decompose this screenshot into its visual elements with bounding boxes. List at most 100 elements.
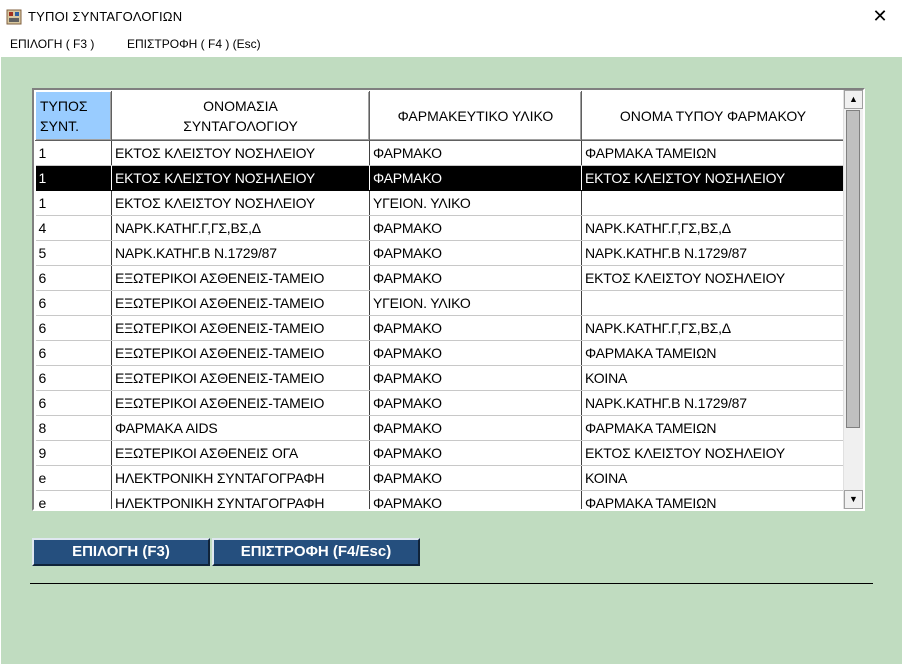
cell-material[interactable]: ΦΑΡΜΑΚΟ [369,415,582,441]
cell-type[interactable]: 9 [35,440,112,466]
table-row[interactable]: 6 ΕΞΩΤΕΡΙΚΟΙ ΑΣΘΕΝΕΙΣ-ΤΑΜΕΙΟ ΦΑΡΜΑΚΟ ΦΑΡΜΑΚ… [35,340,845,366]
table-row[interactable]: 6 ΕΞΩΤΕΡΙΚΟΙ ΑΣΘΕΝΕΙΣ-ΤΑΜΕΙΟ ΦΑΡΜΑΚΟ ΝΑΡΚ.Κ… [35,315,845,341]
cell-drug-type[interactable]: ΦΑΡΜΑΚΑ ΤΑΜΕΙΩΝ [581,490,845,509]
cell-name[interactable]: ΕΚΤΟΣ ΚΛΕΙΣΤΟΥ ΝΟΣΗΛΕΙΟΥ [111,165,370,191]
column-header-type[interactable]: ΤΥΠΟΣ ΣΥΝΤ. [35,91,112,141]
cell-material[interactable]: ΦΑΡΜΑΚΟ [369,340,582,366]
cell-material[interactable]: ΦΑΡΜΑΚΟ [369,465,582,491]
cell-name[interactable]: ΕΞΩΤΕΡΙΚΟΙ ΑΣΘΕΝΕΙΣ-ΤΑΜΕΙΟ [111,315,370,341]
table-row[interactable]: 6 ΕΞΩΤΕΡΙΚΟΙ ΑΣΘΕΝΕΙΣ-ΤΑΜΕΙΟ ΦΑΡΜΑΚΟ ΝΑΡΚ.Κ… [35,390,845,416]
table-row[interactable]: 6 ΕΞΩΤΕΡΙΚΟΙ ΑΣΘΕΝΕΙΣ-ΤΑΜΕΙΟ ΥΓΕΙΟΝ. ΥΛΙΚΟ [35,290,845,316]
cell-name[interactable]: ΕΞΩΤΕΡΙΚΟΙ ΑΣΘΕΝΕΙΣ-ΤΑΜΕΙΟ [111,365,370,391]
cell-type[interactable]: 1 [35,140,112,166]
table-row[interactable]: 8 ΦΑΡΜΑΚΑ AIDS ΦΑΡΜΑΚΟ ΦΑΡΜΑΚΑ ΤΑΜΕΙΩΝ [35,415,845,441]
cell-name[interactable]: ΕΞΩΤΕΡΙΚΟΙ ΑΣΘΕΝΕΙΣ-ΤΑΜΕΙΟ [111,340,370,366]
cell-drug-type[interactable]: ΝΑΡΚ.ΚΑΤΗΓ.Β Ν.1729/87 [581,240,845,266]
table-row[interactable]: 1 ΕΚΤΟΣ ΚΛΕΙΣΤΟΥ ΝΟΣΗΛΕΙΟΥ ΦΑΡΜΑΚΟ ΦΑΡΜΑΚΑ … [35,140,845,166]
title-bar: ΤΥΠΟΙ ΣΥΝΤΑΓΟΛΟΓΙΩΝ ✕ [0,0,903,34]
cell-drug-type[interactable] [581,290,845,316]
cell-material[interactable]: ΦΑΡΜΑΚΟ [369,440,582,466]
cell-material[interactable]: ΦΑΡΜΑΚΟ [369,365,582,391]
cell-type[interactable]: 1 [35,190,112,216]
menu-item-select[interactable]: ΕΠΙΛΟΓΗ ( F3 ) [10,37,94,51]
cell-type[interactable]: 6 [35,290,112,316]
table-row[interactable]: 1 ΕΚΤΟΣ ΚΛΕΙΣΤΟΥ ΝΟΣΗΛΕΙΟΥ ΦΑΡΜΑΚΟ ΕΚΤΟΣ ΚΛ… [35,165,845,191]
return-button[interactable]: ΕΠΙΣΤΡΟΦΗ (F4/Esc) [212,538,420,566]
scroll-down-button[interactable]: ▼ [844,490,863,509]
column-header-name[interactable]: ΟΝΟΜΑΣΙΑ ΣΥΝΤΑΓΟΛΟΓΙΟΥ [111,91,370,141]
table-row[interactable]: e ΗΛΕΚΤΡΟΝΙΚΗ ΣΥΝΤΑΓΟΓΡΑΦΗ ΦΑΡΜΑΚΟ ΦΑΡΜΑΚΑ … [35,490,845,509]
cell-type[interactable]: 1 [35,165,112,191]
prescription-types-grid[interactable]: ΤΥΠΟΣ ΣΥΝΤ. ΟΝΟΜΑΣΙΑ ΣΥΝΤΑΓΟΛΟΓΙΟΥ ΦΑΡΜΑ… [32,88,865,511]
cell-name[interactable]: ΕΞΩΤΕΡΙΚΟΙ ΑΣΘΕΝΕΙΣ-ΤΑΜΕΙΟ [111,265,370,291]
cell-material[interactable]: ΦΑΡΜΑΚΟ [369,165,582,191]
cell-name[interactable]: ΕΞΩΤΕΡΙΚΟΙ ΑΣΘΕΝΕΙΣ ΟΓΑ [111,440,370,466]
cell-type[interactable]: e [35,490,112,509]
header-line: ΟΝΟΜΑ ΤΥΠΟΥ ΦΑΡΜΑΚΟΥ [619,108,807,124]
cell-drug-type[interactable]: ΝΑΡΚ.ΚΑΤΗΓ.Β Ν.1729/87 [581,390,845,416]
cell-material[interactable]: ΦΑΡΜΑΚΟ [369,240,582,266]
cell-name[interactable]: ΦΑΡΜΑΚΑ AIDS [111,415,370,441]
table-row[interactable]: 6 ΕΞΩΤΕΡΙΚΟΙ ΑΣΘΕΝΕΙΣ-ΤΑΜΕΙΟ ΦΑΡΜΑΚΟ ΕΚΤΟΣ … [35,265,845,291]
cell-name[interactable]: ΕΞΩΤΕΡΙΚΟΙ ΑΣΘΕΝΕΙΣ-ΤΑΜΕΙΟ [111,290,370,316]
cell-drug-type[interactable]: ΝΑΡΚ.ΚΑΤΗΓ.Γ,ΓΣ,ΒΣ,Δ [581,215,845,241]
table-row[interactable]: 4 ΝΑΡΚ.ΚΑΤΗΓ.Γ,ΓΣ,ΒΣ,Δ ΦΑΡΜΑΚΟ ΝΑΡΚ.ΚΑΤΗΓ.Γ… [35,215,845,241]
cell-name[interactable]: ΝΑΡΚ.ΚΑΤΗΓ.Β Ν.1729/87 [111,240,370,266]
cell-drug-type[interactable] [581,190,845,216]
table-row[interactable]: 1 ΕΚΤΟΣ ΚΛΕΙΣΤΟΥ ΝΟΣΗΛΕΙΟΥ ΥΓΕΙΟΝ. ΥΛΙΚΟ [35,190,845,216]
header-row: ΤΥΠΟΣ ΣΥΝΤ. ΟΝΟΜΑΣΙΑ ΣΥΝΤΑΓΟΛΟΓΙΟΥ ΦΑΡΜΑ… [35,91,845,141]
cell-drug-type[interactable]: ΕΚΤΟΣ ΚΛΕΙΣΤΟΥ ΝΟΣΗΛΕΙΟΥ [581,265,845,291]
close-button[interactable]: ✕ [857,0,903,34]
menu-bar: ΕΠΙΛΟΓΗ ( F3 ) ΕΠΙΣΤΡΟΦΗ ( F4 ) (Esc) [0,34,903,56]
cell-material[interactable]: ΥΓΕΙΟΝ. ΥΛΙΚΟ [369,190,582,216]
cell-drug-type[interactable]: ΚΟΙΝΑ [581,365,845,391]
cell-name[interactable]: ΕΚΤΟΣ ΚΛΕΙΣΤΟΥ ΝΟΣΗΛΕΙΟΥ [111,140,370,166]
column-header-material[interactable]: ΦΑΡΜΑΚΕΥΤΙΚΟ ΥΛΙΚΟ [369,91,582,141]
cell-drug-type[interactable]: ΦΑΡΜΑΚΑ ΤΑΜΕΙΩΝ [581,415,845,441]
divider-line [30,583,873,584]
cell-material[interactable]: ΦΑΡΜΑΚΟ [369,490,582,509]
cell-name[interactable]: ΗΛΕΚΤΡΟΝΙΚΗ ΣΥΝΤΑΓΟΓΡΑΦΗ [111,490,370,509]
select-button[interactable]: ΕΠΙΛΟΓΗ (F3) [32,538,210,566]
cell-material[interactable]: ΦΑΡΜΑΚΟ [369,390,582,416]
scroll-thumb[interactable] [846,110,860,428]
cell-name[interactable]: ΝΑΡΚ.ΚΑΤΗΓ.Γ,ΓΣ,ΒΣ,Δ [111,215,370,241]
cell-material[interactable]: ΦΑΡΜΑΚΟ [369,140,582,166]
table-row[interactable]: e ΗΛΕΚΤΡΟΝΙΚΗ ΣΥΝΤΑΓΟΓΡΑΦΗ ΦΑΡΜΑΚΟ ΚΟΙΝΑ [35,465,845,491]
header-line: ΦΑΡΜΑΚΕΥΤΙΚΟ ΥΛΙΚΟ [397,108,554,124]
cell-material[interactable]: ΦΑΡΜΑΚΟ [369,315,582,341]
cell-type[interactable]: 6 [35,340,112,366]
header-line: ΟΝΟΜΑΣΙΑ [203,98,278,114]
data-table: ΤΥΠΟΣ ΣΥΝΤ. ΟΝΟΜΑΣΙΑ ΣΥΝΤΑΓΟΛΟΓΙΟΥ ΦΑΡΜΑ… [35,91,845,509]
cell-material[interactable]: ΦΑΡΜΑΚΟ [369,215,582,241]
cell-drug-type[interactable]: ΕΚΤΟΣ ΚΛΕΙΣΤΟΥ ΝΟΣΗΛΕΙΟΥ [581,440,845,466]
cell-name[interactable]: ΕΞΩΤΕΡΙΚΟΙ ΑΣΘΕΝΕΙΣ-ΤΑΜΕΙΟ [111,390,370,416]
cell-material[interactable]: ΥΓΕΙΟΝ. ΥΛΙΚΟ [369,290,582,316]
menu-item-return[interactable]: ΕΠΙΣΤΡΟΦΗ ( F4 ) (Esc) [127,37,261,51]
window-title: ΤΥΠΟΙ ΣΥΝΤΑΓΟΛΟΓΙΩΝ [28,9,183,24]
cell-drug-type[interactable]: ΦΑΡΜΑΚΑ ΤΑΜΕΙΩΝ [581,340,845,366]
cell-drug-type[interactable]: ΝΑΡΚ.ΚΑΤΗΓ.Γ,ΓΣ,ΒΣ,Δ [581,315,845,341]
cell-type[interactable]: 6 [35,315,112,341]
cell-type[interactable]: 6 [35,265,112,291]
cell-name[interactable]: ΗΛΕΚΤΡΟΝΙΚΗ ΣΥΝΤΑΓΟΓΡΑΦΗ [111,465,370,491]
cell-type[interactable]: 6 [35,365,112,391]
vertical-scrollbar[interactable]: ▲ ▼ [843,90,863,509]
cell-drug-type[interactable]: ΕΚΤΟΣ ΚΛΕΙΣΤΟΥ ΝΟΣΗΛΕΙΟΥ [581,165,845,191]
table-row[interactable]: 9 ΕΞΩΤΕΡΙΚΟΙ ΑΣΘΕΝΕΙΣ ΟΓΑ ΦΑΡΜΑΚΟ ΕΚΤΟΣ ΚΛΕ… [35,440,845,466]
cell-drug-type[interactable]: ΚΟΙΝΑ [581,465,845,491]
cell-material[interactable]: ΦΑΡΜΑΚΟ [369,265,582,291]
cell-name[interactable]: ΕΚΤΟΣ ΚΛΕΙΣΤΟΥ ΝΟΣΗΛΕΙΟΥ [111,190,370,216]
header-line: ΣΥΝΤΑΓΟΛΟΓΙΟΥ [183,118,298,134]
cell-drug-type[interactable]: ΦΑΡΜΑΚΑ ΤΑΜΕΙΩΝ [581,140,845,166]
cell-type[interactable]: 5 [35,240,112,266]
cell-type[interactable]: e [35,465,112,491]
scroll-up-button[interactable]: ▲ [844,90,863,109]
cell-type[interactable]: 6 [35,390,112,416]
table-row[interactable]: 6 ΕΞΩΤΕΡΙΚΟΙ ΑΣΘΕΝΕΙΣ-ΤΑΜΕΙΟ ΦΑΡΜΑΚΟ ΚΟΙΝΑ [35,365,845,391]
cell-type[interactable]: 8 [35,415,112,441]
cell-type[interactable]: 4 [35,215,112,241]
table-body: 1 ΕΚΤΟΣ ΚΛΕΙΣΤΟΥ ΝΟΣΗΛΕΙΟΥ ΦΑΡΜΑΚΟ ΦΑΡΜΑΚΑ … [35,140,845,509]
table-row[interactable]: 5 ΝΑΡΚ.ΚΑΤΗΓ.Β Ν.1729/87 ΦΑΡΜΑΚΟ ΝΑΡΚ.ΚΑΤΗΓ… [35,240,845,266]
column-header-drug-type[interactable]: ΟΝΟΜΑ ΤΥΠΟΥ ΦΑΡΜΑΚΟΥ [581,91,845,141]
